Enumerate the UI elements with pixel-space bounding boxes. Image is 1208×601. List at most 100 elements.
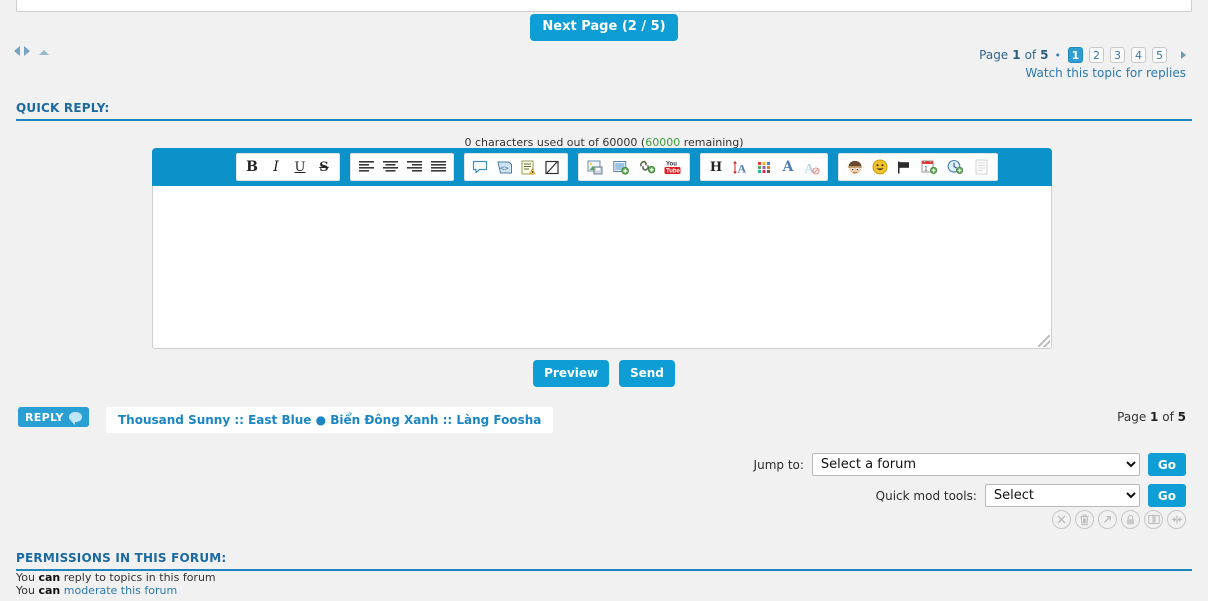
editor-toolbar: B I U S <> You Tube H A A A 1 bbox=[152, 148, 1052, 186]
preview-button[interactable]: Preview bbox=[533, 360, 610, 387]
italic-icon[interactable]: I bbox=[264, 155, 288, 179]
moderation-icons bbox=[1052, 510, 1186, 529]
thread-nav-arrows bbox=[14, 44, 49, 58]
message-textarea[interactable] bbox=[152, 186, 1052, 349]
toolbar-group-blocks: <> bbox=[464, 153, 568, 181]
topic-title-input-partial[interactable] bbox=[16, 0, 1192, 12]
pagination-prefix: Page bbox=[979, 48, 1009, 62]
bottom-page-indicator: Page 1 of 5 bbox=[1117, 410, 1186, 424]
breadcrumb: Thousand Sunny :: East Blue ● Biển Đông … bbox=[106, 407, 554, 433]
toolbar-group-text-style: B I U S bbox=[236, 153, 340, 181]
toolbar-group-extras: 1 bbox=[838, 153, 998, 181]
strikethrough-icon[interactable]: S bbox=[312, 155, 336, 179]
toolbar-group-font: H A A A bbox=[700, 153, 828, 181]
permission-row-reply: You can reply to topics in this forum bbox=[16, 572, 216, 584]
remove-format-icon[interactable]: A bbox=[800, 155, 824, 179]
move-topic-icon[interactable] bbox=[1098, 510, 1117, 529]
send-button[interactable]: Send bbox=[618, 360, 675, 387]
close-topic-icon[interactable] bbox=[1052, 510, 1071, 529]
arrow-right-icon[interactable] bbox=[24, 46, 30, 56]
spoiler-icon[interactable] bbox=[540, 155, 564, 179]
svg-text:You: You bbox=[666, 162, 677, 168]
pagination-of: of bbox=[1024, 48, 1037, 62]
arrow-up-icon[interactable] bbox=[39, 49, 49, 55]
list-icon[interactable] bbox=[516, 155, 540, 179]
calendar-icon[interactable]: 1 bbox=[916, 155, 942, 179]
breadcrumb-link[interactable]: Thousand Sunny :: East Blue ● Biển Đông … bbox=[118, 413, 541, 427]
permissions-list: You can reply to topics in this forum Yo… bbox=[16, 572, 216, 598]
moderate-forum-link[interactable]: moderate this forum bbox=[64, 584, 177, 597]
arrow-left-icon[interactable] bbox=[14, 46, 20, 56]
quote-icon[interactable] bbox=[468, 155, 492, 179]
avatar-smiley-icon[interactable] bbox=[842, 155, 868, 179]
pagination-total: 5 bbox=[1040, 48, 1049, 62]
code-icon[interactable]: <> bbox=[492, 155, 516, 179]
perm1-post: reply to topics in this forum bbox=[60, 571, 216, 584]
message-editor: B I U S <> You Tube H A A A 1 bbox=[152, 148, 1052, 349]
bottom-page-total: 5 bbox=[1177, 410, 1186, 424]
bold-icon[interactable]: B bbox=[240, 155, 264, 179]
merge-topic-icon[interactable] bbox=[1167, 510, 1186, 529]
jump-to-go-button[interactable]: Go bbox=[1147, 453, 1186, 476]
watch-topic-link[interactable]: Watch this topic for replies bbox=[1025, 66, 1186, 80]
align-right-icon[interactable] bbox=[402, 155, 426, 179]
perm1-pre: You bbox=[16, 571, 39, 584]
pagination-page-2[interactable]: 2 bbox=[1089, 47, 1104, 63]
permissions-heading: PERMISSIONS IN THIS FORUM: bbox=[16, 551, 1192, 571]
pagination: Page 1 of 5 • 1 2 3 4 5 bbox=[979, 47, 1186, 63]
jump-to-select[interactable]: Select a forum bbox=[811, 453, 1140, 476]
align-justify-icon[interactable] bbox=[426, 155, 450, 179]
quick-reply-heading: QUICK REPLY: bbox=[16, 101, 1192, 121]
reply-button[interactable]: REPLY bbox=[18, 407, 89, 427]
jump-to-label: Jump to: bbox=[753, 457, 804, 472]
quick-mod-select[interactable]: Select bbox=[984, 484, 1140, 507]
align-left-icon[interactable] bbox=[354, 155, 378, 179]
next-page-container: Next Page (2 / 5) bbox=[0, 14, 1208, 41]
pagination-separator: • bbox=[1054, 48, 1062, 62]
underline-icon[interactable]: U bbox=[288, 155, 312, 179]
youtube-icon[interactable]: You Tube bbox=[660, 155, 686, 179]
perm2-bold: can bbox=[38, 584, 61, 597]
font-size-icon[interactable]: A bbox=[728, 155, 752, 179]
toolbar-group-alignment bbox=[350, 153, 454, 181]
bottom-page-current: 1 bbox=[1150, 410, 1159, 424]
page-icon[interactable] bbox=[968, 155, 994, 179]
bottom-page-prefix: Page bbox=[1117, 410, 1147, 424]
speech-bubble-icon bbox=[68, 412, 82, 425]
flag-icon[interactable] bbox=[892, 155, 916, 179]
pagination-page-3[interactable]: 3 bbox=[1110, 47, 1125, 63]
heading-icon[interactable]: H bbox=[704, 155, 728, 179]
perm1-bold: can bbox=[38, 571, 61, 584]
clock-icon[interactable] bbox=[942, 155, 968, 179]
quick-mod-label: Quick mod tools: bbox=[875, 488, 977, 503]
next-page-button[interactable]: Next Page (2 / 5) bbox=[530, 14, 678, 41]
pagination-next-icon[interactable] bbox=[1181, 51, 1186, 59]
permission-row-moderate: You can moderate this forum bbox=[16, 585, 216, 597]
insert-image-icon[interactable] bbox=[582, 155, 608, 179]
pagination-page-4[interactable]: 4 bbox=[1131, 47, 1146, 63]
smiley-icon[interactable] bbox=[868, 155, 892, 179]
split-topic-icon[interactable] bbox=[1144, 510, 1163, 529]
quick-mod-go-button[interactable]: Go bbox=[1147, 484, 1186, 507]
jump-to-row: Jump to: Select a forum Go bbox=[754, 453, 1186, 476]
perm2-pre: You bbox=[16, 584, 39, 597]
delete-topic-icon[interactable] bbox=[1075, 510, 1094, 529]
bottom-page-of: of bbox=[1162, 410, 1174, 424]
pagination-current: 1 bbox=[1012, 48, 1021, 62]
insert-link-icon[interactable] bbox=[634, 155, 660, 179]
svg-text:<>: <> bbox=[500, 164, 508, 172]
font-color-icon[interactable] bbox=[752, 155, 776, 179]
svg-text:A: A bbox=[738, 161, 747, 175]
editor-actions: Preview Send bbox=[0, 360, 1208, 387]
reply-button-label: REPLY bbox=[25, 410, 64, 424]
host-image-icon[interactable] bbox=[608, 155, 634, 179]
forum-quick-reply-page: Next Page (2 / 5) Page 1 of 5 • 1 2 3 4 … bbox=[0, 0, 1208, 601]
align-center-icon[interactable] bbox=[378, 155, 402, 179]
pagination-page-1[interactable]: 1 bbox=[1068, 47, 1083, 63]
lock-topic-icon[interactable] bbox=[1121, 510, 1140, 529]
pagination-page-5[interactable]: 5 bbox=[1152, 47, 1167, 63]
toolbar-group-media: You Tube bbox=[578, 153, 690, 181]
quick-mod-row: Quick mod tools: Select Go bbox=[876, 484, 1186, 507]
font-face-icon[interactable]: A bbox=[776, 155, 800, 179]
svg-text:Tube: Tube bbox=[666, 169, 681, 175]
